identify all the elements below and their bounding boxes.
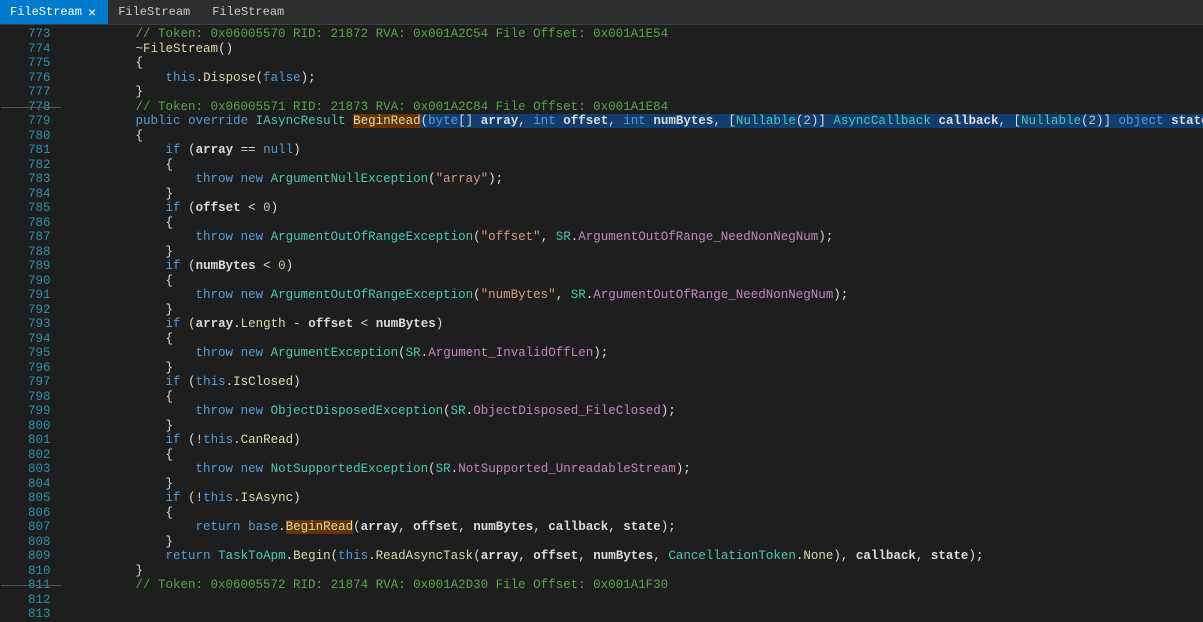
code-line[interactable]: if (this.IsClosed) (61, 375, 1203, 390)
code-line[interactable]: this.Dispose(false); (61, 71, 1203, 86)
code-line[interactable]: { (61, 390, 1203, 405)
code-line[interactable]: if (array == null) (61, 143, 1203, 158)
code-line[interactable]: { (61, 274, 1203, 289)
code-line[interactable]: { (61, 332, 1203, 347)
line-number: 787 (28, 230, 51, 245)
code-line[interactable]: public override IAsyncResult BeginRead(b… (61, 114, 1203, 129)
code-line[interactable]: throw new ObjectDisposedException(SR.Obj… (61, 404, 1203, 419)
code-line[interactable]: // Token: 0x06005572 RID: 21874 RVA: 0x0… (61, 578, 1203, 593)
code-line[interactable]: if (offset < 0) (61, 201, 1203, 216)
line-number: 808 (28, 535, 51, 550)
code-line[interactable]: // Token: 0x06005570 RID: 21872 RVA: 0x0… (61, 27, 1203, 42)
code-line[interactable]: } (61, 535, 1203, 550)
line-number: 785 (28, 201, 51, 216)
tab-label: FileStream (212, 5, 284, 19)
line-number: 786 (28, 216, 51, 231)
code-line[interactable]: throw new ArgumentOutOfRangeException("n… (61, 288, 1203, 303)
code-line[interactable]: { (61, 56, 1203, 71)
code-line[interactable]: } (61, 303, 1203, 318)
code-line[interactable]: throw new NotSupportedException(SR.NotSu… (61, 462, 1203, 477)
close-icon[interactable]: × (88, 5, 96, 19)
code-line[interactable]: if (!this.CanRead) (61, 433, 1203, 448)
code-line[interactable]: // Token: 0x06005571 RID: 21873 RVA: 0x0… (61, 100, 1203, 115)
line-number: 810 (28, 564, 51, 579)
code-line[interactable]: throw new ArgumentOutOfRangeException("o… (61, 230, 1203, 245)
code-line[interactable]: } (61, 419, 1203, 434)
line-number: 775 (28, 56, 51, 71)
code-line[interactable]: if (array.Length - offset < numBytes) (61, 317, 1203, 332)
line-number: 807 (28, 520, 51, 535)
line-number: 782 (28, 158, 51, 173)
line-number: 812 (28, 593, 51, 608)
line-number-gutter: 7737747757767777787797807817827837847857… (0, 25, 61, 616)
code-line[interactable]: { (61, 158, 1203, 173)
code-line[interactable]: } (61, 85, 1203, 100)
code-line[interactable]: { (61, 506, 1203, 521)
tab-label: FileStream (10, 5, 82, 19)
line-number: 795 (28, 346, 51, 361)
code-line[interactable]: } (61, 477, 1203, 492)
line-number: 803 (28, 462, 51, 477)
editor-area: 7737747757767777787797807817827837847857… (0, 25, 1203, 616)
code-line[interactable]: throw new ArgumentException(SR.Argument_… (61, 346, 1203, 361)
line-number: 792 (28, 303, 51, 318)
line-number: 784 (28, 187, 51, 202)
tab-1[interactable]: FileStream (108, 0, 202, 24)
line-number: 806 (28, 506, 51, 521)
code-line[interactable]: return base.BeginRead(array, offset, num… (61, 520, 1203, 535)
line-number: 780 (28, 129, 51, 144)
tab-bar: FileStream × FileStream FileStream (0, 0, 1203, 25)
line-number: 791 (28, 288, 51, 303)
line-number: 799 (28, 404, 51, 419)
line-number: 801 (28, 433, 51, 448)
line-number: 789 (28, 259, 51, 274)
line-number: 797 (28, 375, 51, 390)
line-number: 798 (28, 390, 51, 405)
tab-2[interactable]: FileStream (202, 0, 296, 24)
line-number: 779 (28, 114, 51, 129)
code-line[interactable]: return TaskToApm.Begin(this.ReadAsyncTas… (61, 549, 1203, 564)
line-number: 804 (28, 477, 51, 492)
line-number: 781 (28, 143, 51, 158)
line-number: 802 (28, 448, 51, 463)
tab-0[interactable]: FileStream × (0, 0, 108, 24)
code-line[interactable]: if (numBytes < 0) (61, 259, 1203, 274)
code-line[interactable]: { (61, 448, 1203, 463)
line-number: 790 (28, 274, 51, 289)
line-number: 788 (28, 245, 51, 260)
tab-label: FileStream (118, 5, 190, 19)
code-area[interactable]: // Token: 0x06005570 RID: 21872 RVA: 0x0… (61, 25, 1203, 616)
line-number: 793 (28, 317, 51, 332)
line-number: 813 (28, 607, 51, 622)
line-number: 783 (28, 172, 51, 187)
line-number: 773 (28, 27, 51, 42)
line-number: 777 (28, 85, 51, 100)
line-number: 796 (28, 361, 51, 376)
code-line[interactable]: } (61, 245, 1203, 260)
code-line[interactable]: { (61, 216, 1203, 231)
line-number: 805 (28, 491, 51, 506)
code-line[interactable]: throw new ArgumentNullException("array")… (61, 172, 1203, 187)
line-number: 776 (28, 71, 51, 86)
line-number: 774 (28, 42, 51, 57)
code-line[interactable]: ~FileStream() (61, 42, 1203, 57)
code-line[interactable]: } (61, 361, 1203, 376)
code-line[interactable]: } (61, 187, 1203, 202)
code-line[interactable]: if (!this.IsAsync) (61, 491, 1203, 506)
line-number: 809 (28, 549, 51, 564)
line-number: 800 (28, 419, 51, 434)
code-line[interactable]: { (61, 129, 1203, 144)
line-number: 794 (28, 332, 51, 347)
code-line[interactable]: } (61, 564, 1203, 579)
